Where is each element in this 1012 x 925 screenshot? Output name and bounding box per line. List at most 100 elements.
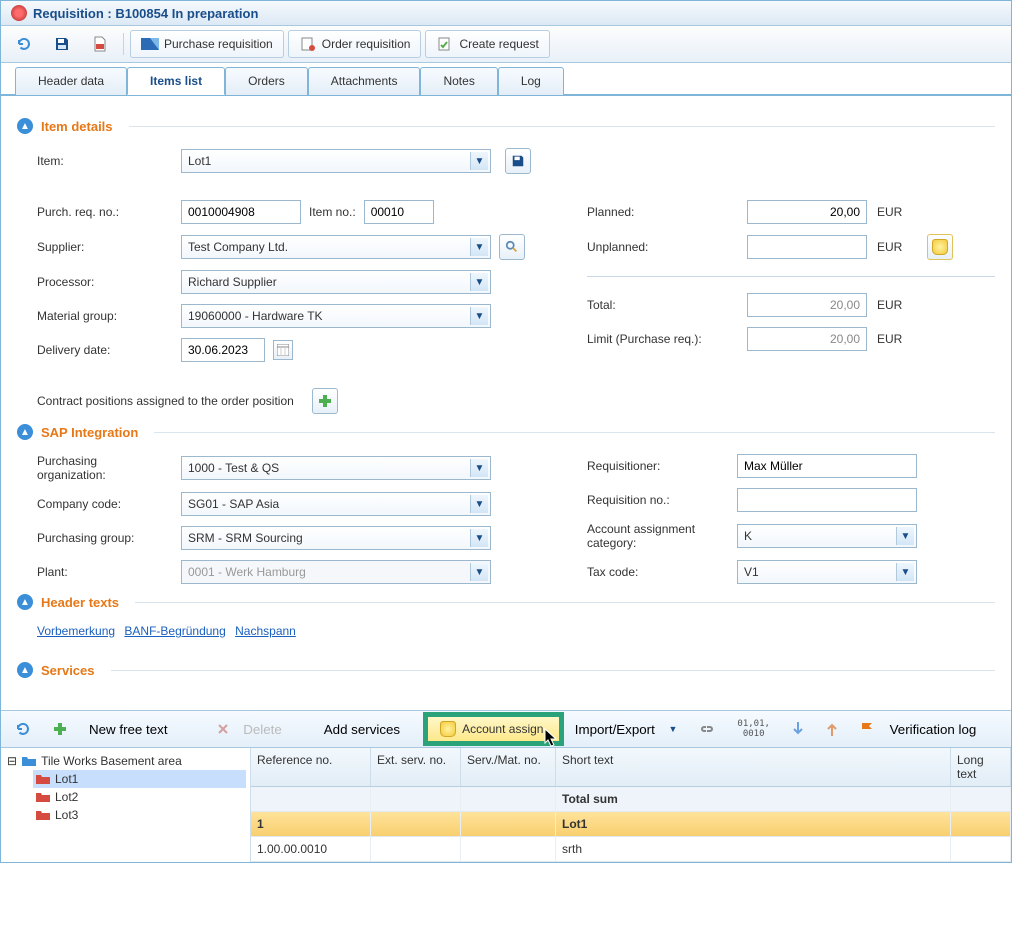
create-icon: [436, 35, 454, 53]
section-title-header-texts: Header texts: [41, 595, 119, 610]
tab-orders[interactable]: Orders: [225, 67, 308, 95]
new-free-text-button[interactable]: New free text: [81, 718, 176, 741]
item-label: Item:: [37, 154, 167, 168]
services-body: ⊟ Tile Works Basement area Lot1 Lot2 Lot…: [1, 748, 1011, 862]
link-banf[interactable]: BANF-Begründung: [124, 624, 225, 638]
tab-items-list[interactable]: Items list: [127, 67, 225, 95]
folder-icon: [21, 755, 37, 767]
col-long[interactable]: Long text: [951, 748, 1011, 786]
services-refresh-button[interactable]: [7, 717, 39, 741]
itemno-input[interactable]: [364, 200, 434, 224]
tree-lot1[interactable]: Lot1: [33, 770, 246, 788]
chevron-down-icon: ▼: [470, 152, 488, 170]
ccode-select[interactable]: SG01 - SAP Asia▼: [181, 492, 491, 516]
services-table: Reference no. Ext. serv. no. Serv./Mat. …: [251, 748, 1011, 862]
table-row[interactable]: 1.00.00.0010 srth: [251, 837, 1011, 862]
total-input: [747, 293, 867, 317]
ccode-label: Company code:: [37, 497, 167, 511]
delete-button: Delete: [208, 718, 290, 741]
tab-notes[interactable]: Notes: [420, 67, 497, 95]
itemno-label: Item no.:: [309, 205, 356, 219]
tab-header-data[interactable]: Header data: [15, 67, 127, 95]
pdf-button[interactable]: [83, 31, 117, 57]
tree-lot2[interactable]: Lot2: [33, 788, 246, 806]
main-toolbar: Purchase requisition Order requisition C…: [1, 26, 1011, 63]
add-contract-button[interactable]: [312, 388, 338, 414]
item-select[interactable]: Lot1 ▼: [181, 149, 491, 173]
tree-root[interactable]: ⊟ Tile Works Basement area: [5, 752, 246, 770]
chevron-down-icon: ▼: [470, 529, 488, 547]
folder-icon: [35, 791, 51, 803]
tab-bar: Header data Items list Orders Attachment…: [1, 67, 1011, 96]
delivery-label: Delivery date:: [37, 343, 167, 357]
arrow-up-button[interactable]: [818, 718, 846, 740]
chevron-down-icon: ▼: [470, 238, 488, 256]
col-srv[interactable]: Serv./Mat. no.: [461, 748, 556, 786]
acct-select[interactable]: K▼: [737, 524, 917, 548]
processor-label: Processor:: [37, 275, 167, 289]
link-nachspann[interactable]: Nachspann: [235, 624, 296, 638]
section-header-texts: ▲ Header texts: [17, 594, 995, 610]
toolbar-separator: [123, 33, 124, 55]
collapse-icon[interactable]: ▲: [17, 662, 33, 678]
tax-label: Tax code:: [587, 565, 727, 579]
save-button[interactable]: [45, 31, 79, 57]
order-requisition-button[interactable]: Order requisition: [288, 30, 422, 58]
reqner-input[interactable]: [737, 454, 917, 478]
section-services: ▲ Services: [17, 662, 995, 678]
services-toolbar: New free text Delete Add services Accoun…: [1, 710, 1011, 748]
section-sap-integration: ▲ SAP Integration: [17, 424, 995, 440]
collapse-icon[interactable]: ▲: [17, 118, 33, 134]
tax-select[interactable]: V1▼: [737, 560, 917, 584]
processor-select[interactable]: Richard Supplier▼: [181, 270, 491, 294]
shield-icon: [932, 239, 948, 255]
collapse-icon[interactable]: ▲: [17, 424, 33, 440]
services-add-button[interactable]: [45, 718, 75, 740]
delivery-input[interactable]: [181, 338, 265, 362]
verification-log-button[interactable]: Verification log: [852, 717, 984, 741]
arrow-down-button[interactable]: [784, 718, 812, 740]
settings-icon-button[interactable]: 01,01,0010: [729, 715, 778, 743]
unplanned-shield-button[interactable]: [927, 234, 953, 260]
supplier-select[interactable]: Test Company Ltd.▼: [181, 235, 491, 259]
matgroup-select[interactable]: 19060000 - Hardware TK▼: [181, 304, 491, 328]
acct-label: Account assignment category:: [587, 522, 727, 550]
account-assign-button[interactable]: Account assign.: [426, 715, 561, 743]
tab-attachments[interactable]: Attachments: [308, 67, 421, 95]
services-table-header: Reference no. Ext. serv. no. Serv./Mat. …: [251, 748, 1011, 787]
link-vorbemerkung[interactable]: Vorbemerkung: [37, 624, 115, 638]
section-item-details: ▲ Item details: [17, 118, 995, 134]
services-tree: ⊟ Tile Works Basement area Lot1 Lot2 Lot…: [1, 748, 251, 862]
pgroup-select[interactable]: SRM - SRM Sourcing▼: [181, 526, 491, 550]
chevron-down-icon: ▼: [470, 459, 488, 477]
reqno-input: [737, 488, 917, 512]
col-short[interactable]: Short text: [556, 748, 951, 786]
tree-lot3[interactable]: Lot3: [33, 806, 246, 824]
refresh-button[interactable]: [7, 31, 41, 57]
porg-select[interactable]: 1000 - Test & QS▼: [181, 456, 491, 480]
collapse-icon[interactable]: ▲: [17, 594, 33, 610]
item-select-value: Lot1: [188, 154, 211, 168]
supplier-search-button[interactable]: [499, 234, 525, 260]
create-request-button[interactable]: Create request: [425, 30, 549, 58]
account-assign-label: Account assign.: [462, 722, 547, 736]
planned-input[interactable]: [747, 200, 867, 224]
folder-icon: [35, 773, 51, 785]
unplanned-input[interactable]: [747, 235, 867, 259]
import-export-button[interactable]: Import/Export ▼: [567, 718, 686, 741]
col-ext[interactable]: Ext. serv. no.: [371, 748, 461, 786]
calendar-button[interactable]: [273, 340, 293, 360]
link-icon-button[interactable]: [691, 720, 723, 738]
porg-label: Purchasing organization:: [37, 454, 167, 482]
col-ref[interactable]: Reference no.: [251, 748, 371, 786]
table-row-lot[interactable]: 1 Lot1: [251, 812, 1011, 837]
total-currency: EUR: [877, 298, 917, 312]
unplanned-currency: EUR: [877, 240, 917, 254]
purchase-requisition-button[interactable]: Purchase requisition: [130, 30, 284, 58]
tab-log[interactable]: Log: [498, 67, 564, 95]
preq-input[interactable]: [181, 200, 301, 224]
preq-label: Purch. req. no.:: [37, 205, 167, 219]
add-services-button[interactable]: Add services: [316, 718, 408, 741]
chevron-down-icon: ▼: [470, 563, 488, 581]
item-save-button[interactable]: [505, 148, 531, 174]
